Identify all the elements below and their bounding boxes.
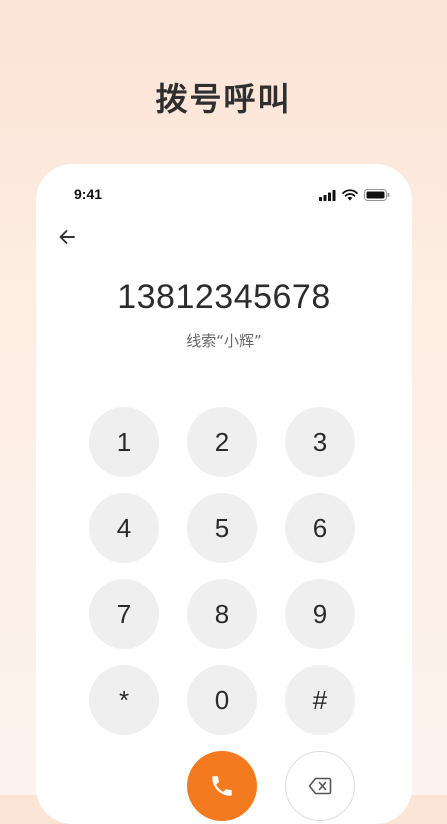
status-time: 9:41 — [74, 186, 103, 202]
key-label: 7 — [116, 598, 132, 629]
wifi-icon — [342, 189, 358, 201]
delete-button[interactable] — [285, 751, 355, 821]
back-arrow-icon — [59, 230, 75, 244]
key-3[interactable]: 3 — [285, 407, 355, 477]
signal-icon — [319, 189, 336, 201]
key-label: 2 — [214, 426, 230, 457]
dialer-actions — [89, 751, 355, 821]
key-label: 4 — [116, 512, 132, 543]
lead-label: 线索“小辉” — [186, 332, 262, 350]
status-icons — [319, 189, 390, 201]
key-1[interactable]: 1 — [89, 407, 159, 477]
key-7[interactable]: 7 — [89, 579, 159, 649]
backspace-icon — [308, 777, 332, 795]
key-8[interactable]: 8 — [187, 579, 257, 649]
key-label: 1 — [116, 426, 132, 457]
key-0[interactable]: 0 — [187, 665, 257, 735]
call-button[interactable] — [187, 751, 257, 821]
key-6[interactable]: 6 — [285, 493, 355, 563]
battery-icon — [364, 189, 390, 201]
page-heading: 拨号呼叫 — [155, 80, 292, 118]
key-label: 5 — [214, 512, 230, 543]
key-label: 8 — [214, 598, 230, 629]
key-label: 9 — [312, 598, 328, 629]
back-button[interactable] — [52, 222, 82, 252]
key-label: # — [312, 684, 328, 715]
phone-number-display: 13812345678 — [117, 278, 331, 316]
dial-keypad: 1 2 3 4 5 6 7 8 9 * 0 # — [89, 407, 355, 735]
key-label: 6 — [312, 512, 328, 543]
key-4[interactable]: 4 — [89, 493, 159, 563]
key-9[interactable]: 9 — [285, 579, 355, 649]
phone-icon — [212, 776, 232, 796]
key-label: * — [118, 684, 130, 715]
key-star[interactable]: * — [89, 665, 159, 735]
status-bar: 9:41 — [36, 164, 412, 224]
phone-screen: 9:41 13812345678 线索“小辉” 1 2 3 4 5 6 7 8 … — [36, 164, 412, 824]
key-label: 3 — [312, 426, 328, 457]
key-label: 0 — [214, 684, 230, 715]
key-hash[interactable]: # — [285, 665, 355, 735]
key-5[interactable]: 5 — [187, 493, 257, 563]
key-2[interactable]: 2 — [187, 407, 257, 477]
